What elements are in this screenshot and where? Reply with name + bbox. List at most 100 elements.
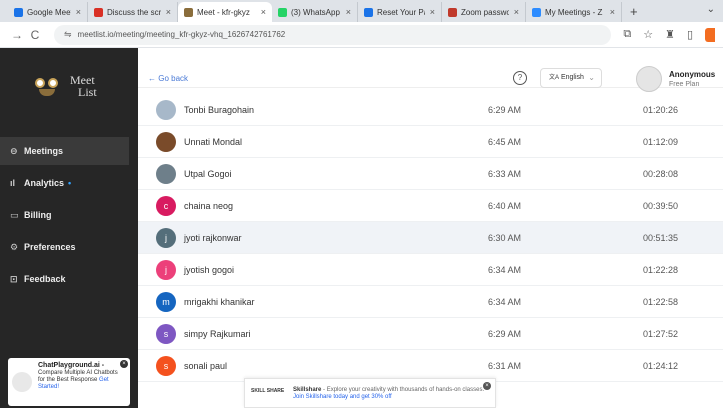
sidebar-item-analytics[interactable]: ıl Analytics • <box>0 169 138 197</box>
participant-name: mrigakhi khanikar <box>184 296 255 307</box>
duration: 01:22:58 <box>643 296 679 307</box>
browser-tab[interactable]: Zoom password × <box>442 2 526 22</box>
participant-row[interactable]: j jyotish gogoi 6:34 AM 01:22:28 <box>138 254 723 286</box>
reload-icon[interactable]: C <box>26 28 44 42</box>
promo-card[interactable]: × ChatPlayground.ai - Compare Multiple A… <box>8 358 130 406</box>
skillshare-logo: SKILL SHARE <box>251 388 285 394</box>
sidebar-item-preferences[interactable]: ⚙ Preferences <box>0 233 138 261</box>
site-info-icon[interactable]: ⇋ <box>64 29 72 40</box>
tab-favicon-icon <box>14 7 23 17</box>
translate-icon: 文A <box>549 75 560 81</box>
participant-row[interactable]: j jyoti rajkonwar 6:30 AM 00:51:35 <box>138 222 723 254</box>
participant-name: sonali paul <box>184 360 228 371</box>
install-icon[interactable]: ⧉ <box>623 28 631 42</box>
duration: 01:12:09 <box>643 136 679 147</box>
participant-name: chaina neog <box>184 200 234 211</box>
participant-row[interactable]: m mrigakhi khanikar 6:34 AM 01:22:58 <box>138 286 723 318</box>
forward-icon[interactable]: → <box>8 28 26 42</box>
browser-tab[interactable]: (3) WhatsApp × <box>272 2 358 22</box>
url-input[interactable]: ⇋ meetlist.io/meeting/meeting_kfr-gkyz-v… <box>54 24 612 45</box>
close-icon[interactable]: × <box>120 360 128 368</box>
participant-name: Utpal Gogoi <box>184 168 232 179</box>
sidebar-item-label: Billing <box>24 210 52 220</box>
browser-tab[interactable]: Discuss the scrum × <box>88 2 178 22</box>
logo-text-line2: List <box>78 85 97 99</box>
duration: 00:51:35 <box>643 232 679 243</box>
help-icon[interactable]: ? <box>513 71 527 85</box>
browser-tab[interactable]: Reset Your Pass × <box>358 2 442 22</box>
new-indicator-dot: • <box>68 178 72 188</box>
join-time: 6:40 AM <box>488 200 522 211</box>
avatar-photo <box>156 163 176 184</box>
avatar-photo <box>156 99 176 120</box>
sidebar-item-label: Feedback <box>24 274 66 284</box>
avatar-initial: s <box>156 323 176 344</box>
participant-row[interactable]: c chaina neog 6:40 AM 00:39:50 <box>138 190 723 222</box>
participant-name: jyotish gogoi <box>184 264 235 275</box>
sidepanel-icon[interactable]: ▯ <box>687 28 693 42</box>
tab-title: My Meetings - Z <box>545 7 603 17</box>
browser-tab[interactable]: Meet - kfr-gkyz × <box>178 2 272 22</box>
bookmark-star-icon[interactable]: ☆ <box>643 28 653 42</box>
language-select[interactable]: 文A English ⌄ <box>540 68 602 88</box>
tab-favicon-icon <box>278 7 287 17</box>
profile-icon[interactable] <box>705 27 715 42</box>
sidebar-item-label: Preferences <box>24 242 76 252</box>
browser-tab-bar: Google Meet×Discuss the scrum×Meet - kfr… <box>0 0 723 22</box>
ad-cta[interactable]: Join Skillshare today and get 30% off <box>293 394 392 400</box>
participant-name: jyoti rajkonwar <box>184 232 242 243</box>
ad-title: Skillshare <box>293 387 322 393</box>
chat-icon: ⊡ <box>10 273 18 284</box>
sidebar-item-meetings[interactable]: ⊖ Meetings <box>0 137 129 165</box>
duration: 01:22:28 <box>643 264 679 275</box>
duration: 01:20:26 <box>643 104 679 115</box>
tab-close-icon[interactable]: × <box>514 7 519 17</box>
tab-title: Google Meet <box>27 7 71 17</box>
close-ad-icon[interactable]: × <box>483 382 491 390</box>
participants-list: Tonbi Buragohain 6:29 AM 01:20:26 Unnati Mo… <box>138 94 723 382</box>
tab-title: Meet - kfr-gkyz <box>197 7 250 17</box>
tab-search-icon[interactable]: ⌄ <box>707 4 715 15</box>
browser-tab[interactable]: My Meetings - Z × <box>526 2 622 22</box>
avatar-initial: m <box>156 291 176 312</box>
sidebar-item-billing[interactable]: ▭ Billing <box>0 201 138 229</box>
participant-row[interactable]: Unnati Mondal 6:45 AM 01:12:09 <box>138 126 723 158</box>
app-logo[interactable]: Meet List <box>34 74 97 98</box>
go-back-link[interactable]: ← Go back <box>148 74 188 83</box>
tab-title: Discuss the scrum <box>107 7 161 17</box>
user-avatar[interactable] <box>636 66 662 92</box>
sidebar: Meet List ⊖ Meetings ıl Analytics • ▭ Billing ⚙… <box>0 48 138 408</box>
join-time: 6:34 AM <box>488 264 522 275</box>
tab-title: Zoom password <box>461 7 509 17</box>
sidebar-item-label: Meetings <box>24 146 64 156</box>
tab-title: (3) WhatsApp <box>291 7 340 17</box>
avatar-photo <box>156 131 176 152</box>
tab-close-icon[interactable]: × <box>261 7 266 17</box>
avatar-initial: j <box>156 227 176 248</box>
sidebar-item-feedback[interactable]: ⊡ Feedback <box>0 265 138 293</box>
extension-icon[interactable]: ♜ <box>665 28 675 42</box>
ad-body: - Explore your creativity with thousands… <box>323 387 485 393</box>
promo-title: ChatPlayground.ai - <box>38 362 105 369</box>
promo-image <box>12 372 32 392</box>
duration: 00:39:50 <box>643 200 679 211</box>
main-content: ← Go back ? 文A English ⌄ Anonymous Free … <box>138 48 723 408</box>
tab-close-icon[interactable]: × <box>610 7 615 17</box>
new-tab-icon[interactable]: + <box>622 4 646 22</box>
browser-tab[interactable]: Google Meet × <box>8 2 88 22</box>
tab-close-icon[interactable]: × <box>346 7 351 17</box>
ad-banner[interactable]: SKILL SHARE × Skillshare - Explore your … <box>244 378 496 408</box>
sidebar-item-label: Analytics <box>24 178 65 188</box>
participant-name: Tonbi Buragohain <box>184 104 255 115</box>
participant-row[interactable]: Tonbi Buragohain 6:29 AM 01:20:26 <box>138 94 723 126</box>
tab-close-icon[interactable]: × <box>76 7 81 17</box>
card-icon: ▭ <box>10 209 19 220</box>
participant-row[interactable]: Utpal Gogoi 6:33 AM 00:28:08 <box>138 158 723 190</box>
duration: 01:27:52 <box>643 328 679 339</box>
gear-icon: ⚙ <box>10 241 19 252</box>
tab-close-icon[interactable]: × <box>166 7 171 17</box>
url-text: meetlist.io/meeting/meeting_kfr-gkyz-vhq… <box>77 30 286 39</box>
tab-close-icon[interactable]: × <box>430 7 435 17</box>
participant-name: simpy Rajkumari <box>184 328 251 339</box>
participant-row[interactable]: s simpy Rajkumari 6:29 AM 01:27:52 <box>138 318 723 350</box>
